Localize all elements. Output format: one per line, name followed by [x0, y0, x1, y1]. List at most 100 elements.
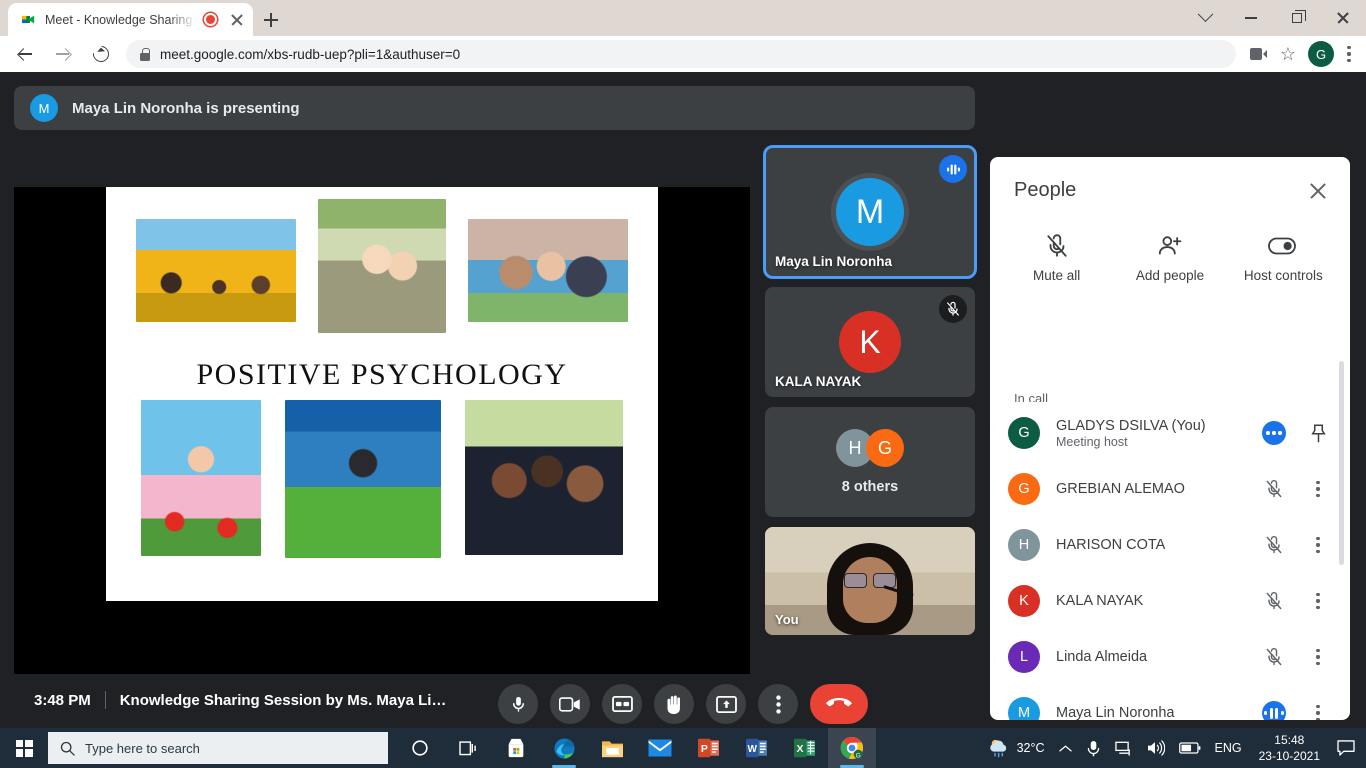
tray-volume[interactable]	[1140, 728, 1172, 768]
window-close-button[interactable]	[1320, 0, 1366, 36]
taskbar-search[interactable]: Type here to search	[48, 732, 388, 764]
participant-row-maya-lin-noronha[interactable]: M Maya Lin Noronha	[990, 685, 1350, 720]
microphone-button[interactable]	[498, 684, 538, 724]
participant-tile-kala-nayak[interactable]: K KALA NAYAK	[765, 287, 975, 397]
edge-icon	[553, 737, 575, 759]
forward-button[interactable]	[48, 39, 78, 69]
people-panel-scrollbar[interactable]	[1339, 361, 1344, 565]
address-bar[interactable]: meet.google.com/xbs-rudb-uep?pli=1&authu…	[126, 40, 1236, 68]
taskbar-app-mail[interactable]	[636, 728, 684, 768]
restore-icon	[1292, 10, 1306, 23]
captions-button[interactable]	[602, 684, 642, 724]
end-call-button[interactable]	[810, 684, 868, 724]
more-options-button[interactable]	[758, 684, 798, 724]
taskbar-app-file-explorer[interactable]	[588, 728, 636, 768]
participant-row-kala-nayak[interactable]: K KALA NAYAK	[990, 573, 1350, 629]
participant-row-harison-cota[interactable]: H HARISON COTA	[990, 517, 1350, 573]
self-view-label: You	[775, 612, 799, 627]
more-vert-icon[interactable]	[1304, 643, 1332, 671]
participant-row-linda-almeida[interactable]: L Linda Almeida	[990, 629, 1350, 685]
participant-tile-others[interactable]: H G 8 others	[765, 407, 975, 517]
tab-search-button[interactable]	[1182, 0, 1228, 36]
store-icon	[508, 738, 524, 758]
people-panel-actions: Mute all Add people Host controls	[990, 225, 1350, 293]
profile-avatar[interactable]: G	[1308, 41, 1334, 67]
windows-taskbar: Type here to search P W X G 32°C ENG 15:…	[0, 728, 1366, 768]
participant-row-grebian-alemao[interactable]: G GREBIAN ALEMAO	[990, 461, 1350, 517]
weather-widget[interactable]: 32°C	[981, 728, 1052, 768]
pin-icon[interactable]	[1304, 419, 1332, 447]
browser-tab-strip: Meet - Knowledge Sharing S	[0, 0, 1366, 36]
bookmark-button[interactable]: ☆	[1274, 40, 1302, 68]
participant-tile-maya-lin-noronha[interactable]: M Maya Lin Noronha	[763, 145, 977, 279]
camera-access-button[interactable]	[1244, 40, 1272, 68]
action-center-button[interactable]	[1330, 728, 1362, 768]
avatar: G	[1008, 417, 1040, 449]
svg-text:P: P	[700, 743, 707, 755]
close-icon[interactable]	[1308, 181, 1328, 201]
presenter-avatar: M	[30, 94, 58, 122]
task-view-button[interactable]	[444, 728, 492, 768]
browser-tab[interactable]: Meet - Knowledge Sharing S	[8, 3, 253, 36]
people-panel-title: People	[1014, 179, 1077, 201]
tray-overflow-button[interactable]	[1052, 728, 1079, 768]
presentation-stage[interactable]: POSITIVE PSYCHOLOGY	[14, 187, 750, 674]
camera-button[interactable]	[550, 684, 590, 724]
mic-off-icon[interactable]	[1260, 475, 1288, 503]
more-vert-icon[interactable]	[1304, 699, 1332, 720]
toggle-switch-icon	[1268, 237, 1297, 255]
mic-off-icon[interactable]	[1260, 587, 1288, 615]
add-people-button[interactable]: Add people	[1116, 233, 1224, 283]
tab-close-icon[interactable]	[229, 12, 245, 28]
back-button[interactable]	[10, 39, 40, 69]
cortana-button[interactable]	[396, 728, 444, 768]
tray-microphone[interactable]	[1079, 728, 1108, 768]
others-count-label: 8 others	[841, 479, 899, 495]
participant-row-gladys-dsilva[interactable]: G GLADYS DSILVA (You) Meeting host	[990, 405, 1350, 461]
raise-hand-button[interactable]	[654, 684, 694, 724]
voice-activity-icon	[939, 155, 967, 183]
avatar: L	[1008, 641, 1040, 673]
more-options-icon[interactable]	[1260, 419, 1288, 447]
slide-image-girl-in-poppy-field-arms-raised	[141, 400, 261, 556]
minimize-button[interactable]	[1228, 0, 1274, 36]
people-panel-header: People	[990, 157, 1350, 225]
maximize-button[interactable]	[1274, 0, 1320, 36]
address-bar-url: meet.google.com/xbs-rudb-uep?pli=1&authu…	[160, 46, 461, 62]
participant-list[interactable]: G GLADYS DSILVA (You) Meeting host G GRE…	[990, 405, 1350, 720]
taskbar-app-microsoft-store[interactable]	[492, 728, 540, 768]
tray-battery[interactable]	[1172, 728, 1208, 768]
taskbar-app-microsoft-edge[interactable]	[540, 728, 588, 768]
taskbar-app-word[interactable]: W	[732, 728, 780, 768]
self-view-tile[interactable]: You	[765, 527, 975, 635]
voice-activity-icon[interactable]	[1260, 699, 1288, 720]
host-controls-toggle[interactable]: Host controls	[1229, 233, 1337, 283]
taskbar-app-powerpoint[interactable]: P	[684, 728, 732, 768]
more-vert-icon[interactable]	[1304, 531, 1332, 559]
action-center-icon	[1337, 740, 1355, 756]
mute-all-button[interactable]: Mute all	[1003, 233, 1111, 283]
tray-clock[interactable]: 15:48 23-10-2021	[1249, 732, 1330, 764]
participant-info: Maya Lin Noronha	[1056, 705, 1244, 720]
present-screen-button[interactable]	[706, 684, 746, 724]
participant-info: GLADYS DSILVA (You) Meeting host	[1056, 418, 1244, 449]
battery-icon	[1178, 742, 1200, 754]
reload-button[interactable]	[86, 39, 116, 69]
in-call-section-label: In call	[1014, 391, 1048, 402]
participant-info: GREBIAN ALEMAO	[1056, 481, 1244, 497]
slide-image-row-bottom	[106, 400, 658, 565]
new-tab-button[interactable]	[258, 7, 284, 33]
more-vert-icon[interactable]	[1304, 587, 1332, 615]
tray-network[interactable]	[1108, 728, 1140, 768]
browser-tab-title: Meet - Knowledge Sharing S	[45, 12, 196, 27]
tray-language[interactable]: ENG	[1208, 728, 1249, 768]
svg-text:X: X	[796, 743, 803, 755]
more-vert-icon[interactable]	[1304, 475, 1332, 503]
taskbar-app-excel[interactable]: X	[780, 728, 828, 768]
avatar: M	[1008, 697, 1040, 720]
mic-off-icon[interactable]	[1260, 531, 1288, 559]
browser-menu-button[interactable]	[1338, 41, 1360, 67]
taskbar-app-google-chrome[interactable]: G	[828, 728, 876, 768]
start-button[interactable]	[0, 728, 48, 768]
mic-off-icon[interactable]	[1260, 643, 1288, 671]
